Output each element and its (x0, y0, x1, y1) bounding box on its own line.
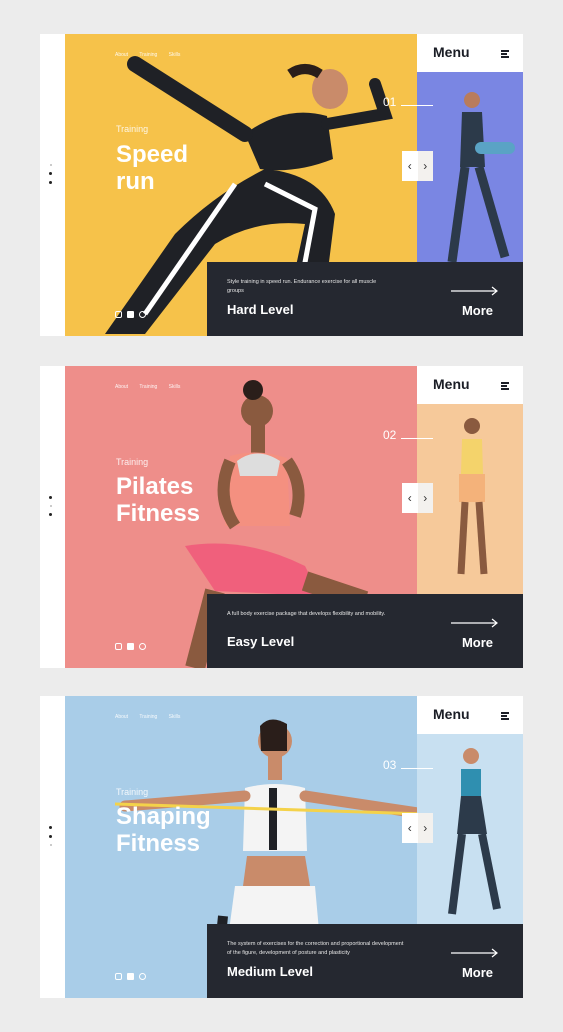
top-nav: About Training Skills (115, 714, 190, 720)
arrow-right-icon[interactable] (451, 948, 499, 958)
level-label: Hard Level (227, 302, 294, 317)
youtube-icon[interactable] (139, 973, 146, 980)
slide-title: Pilates Fitness (116, 473, 200, 527)
nav-about[interactable]: About (115, 52, 128, 58)
left-rail (40, 366, 65, 668)
slide-arrows: ‹ › (402, 151, 433, 181)
number-divider (401, 768, 433, 769)
more-link[interactable]: More (462, 303, 493, 318)
instagram-icon[interactable] (115, 311, 122, 318)
chevron-right-icon[interactable]: › (418, 483, 434, 513)
arrow-right-icon[interactable] (451, 618, 499, 628)
instagram-icon[interactable] (115, 973, 122, 980)
number-divider (401, 438, 433, 439)
info-panel: The system of exercises for the correcti… (207, 924, 523, 998)
top-nav: About Training Skills (115, 52, 190, 58)
slide-dots[interactable] (49, 164, 53, 190)
chevron-left-icon[interactable]: ‹ (402, 483, 418, 513)
left-rail (40, 34, 65, 336)
slide-dots[interactable] (49, 496, 53, 522)
more-link[interactable]: More (462, 635, 493, 650)
top-nav: About Training Skills (115, 384, 190, 390)
nav-skills[interactable]: Skills (169, 52, 181, 58)
title-line-2: Fitness (116, 830, 201, 857)
nav-skills[interactable]: Skills (169, 714, 181, 720)
section-eyebrow: Training (116, 787, 149, 797)
slide-title: Shaping Fitness (116, 803, 211, 857)
more-link[interactable]: More (462, 965, 493, 980)
menu-box[interactable]: Menu (417, 696, 523, 734)
slide-number: 02 (383, 428, 397, 442)
nav-skills[interactable]: Skills (169, 384, 181, 390)
instagram-icon[interactable] (115, 643, 122, 650)
slide-card-pilates-fitness: About Training Skills Training Pilates F… (40, 366, 523, 668)
level-label: Easy Level (227, 634, 295, 649)
nav-training[interactable]: Training (139, 384, 157, 390)
panel-description: The system of exercises for the correcti… (227, 941, 404, 956)
title-line-1: Shaping (116, 803, 211, 830)
title-line-2: Fitness (116, 500, 201, 527)
social-links (115, 311, 146, 318)
facebook-icon[interactable] (127, 643, 134, 650)
nav-about[interactable]: About (115, 714, 128, 720)
youtube-icon[interactable] (139, 311, 146, 318)
slide-title: Speed run (116, 141, 188, 195)
info-panel: Style training in speed run. Endurance e… (207, 262, 523, 336)
nav-training[interactable]: Training (139, 714, 157, 720)
nav-training[interactable]: Training (139, 52, 157, 58)
title-line-2: run (116, 168, 155, 195)
nav-about[interactable]: About (115, 384, 128, 390)
chevron-left-icon[interactable]: ‹ (402, 813, 418, 843)
slide-number: 03 (383, 758, 397, 772)
menu-label: Menu (433, 44, 470, 60)
hamburger-icon[interactable] (501, 50, 509, 59)
menu-box[interactable]: Menu (417, 34, 523, 72)
panel-description: A full body exercise package that develo… (227, 611, 386, 617)
menu-label: Menu (433, 706, 470, 722)
slide-card-speed-run: About Training Skills Training Speed run… (40, 34, 523, 336)
social-links (115, 643, 146, 650)
info-panel: A full body exercise package that develo… (207, 594, 523, 668)
slide-card-shaping-fitness: About Training Skills Training Shaping F… (40, 696, 523, 998)
slide-arrows: ‹ › (402, 813, 433, 843)
menu-box[interactable]: Menu (417, 366, 523, 404)
left-rail (40, 696, 65, 998)
chevron-right-icon[interactable]: › (418, 813, 434, 843)
chevron-right-icon[interactable]: › (418, 151, 434, 181)
social-links (115, 973, 146, 980)
facebook-icon[interactable] (127, 311, 134, 318)
slide-number: 01 (383, 95, 397, 109)
number-divider (401, 105, 433, 106)
facebook-icon[interactable] (127, 973, 134, 980)
section-eyebrow: Training (116, 457, 149, 467)
level-label: Medium Level (227, 964, 313, 979)
title-line-1: Speed (116, 141, 189, 168)
chevron-left-icon[interactable]: ‹ (402, 151, 418, 181)
arrow-right-icon[interactable] (451, 286, 499, 296)
slide-arrows: ‹ › (402, 483, 433, 513)
section-eyebrow: Training (116, 124, 149, 134)
hamburger-icon[interactable] (501, 382, 509, 391)
hamburger-icon[interactable] (501, 712, 509, 721)
slide-dots[interactable] (49, 826, 53, 852)
youtube-icon[interactable] (139, 643, 146, 650)
title-line-1: Pilates (116, 473, 194, 500)
menu-label: Menu (433, 376, 470, 392)
panel-description: Style training in speed run. Endurance e… (227, 279, 377, 294)
